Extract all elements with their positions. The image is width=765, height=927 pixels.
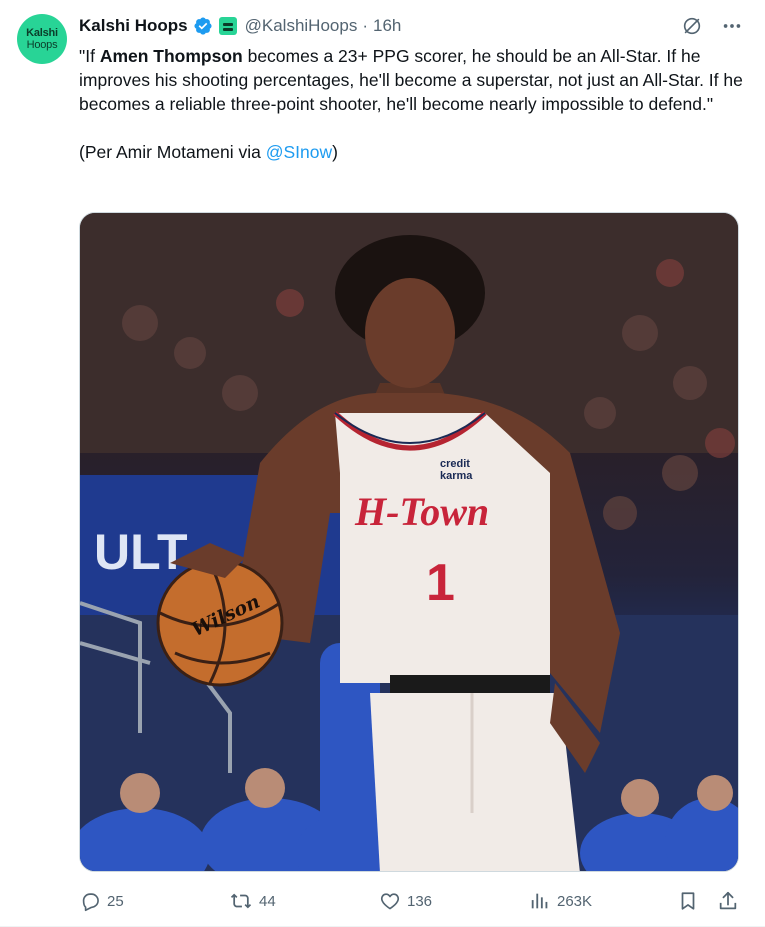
tweet-media-photo[interactable]: ULT H-Town 1 credit karma Wilson	[79, 212, 739, 872]
like-button[interactable]: 136	[379, 886, 432, 916]
jersey-sponsor-line1: credit	[440, 458, 470, 470]
arena-banner-text: ULT	[94, 524, 187, 580]
verified-badge-icon[interactable]	[193, 16, 213, 36]
bookmark-icon	[681, 892, 695, 910]
grok-icon[interactable]	[681, 15, 703, 37]
reply-icon	[82, 893, 99, 912]
avatar-text-line2: Hoops	[26, 39, 58, 51]
timestamp[interactable]: 16h	[373, 16, 401, 36]
bookmark-button[interactable]	[677, 886, 699, 916]
quote-open: "If	[79, 46, 100, 66]
share-icon	[719, 891, 737, 910]
jersey-sponsor-line2: karma	[440, 470, 473, 482]
reply-count: 25	[107, 892, 124, 910]
views-count: 263K	[557, 892, 593, 910]
credit-paragraph: (Per Amir Motameni via @SInow)	[79, 140, 744, 164]
tweet-header: Kalshi Hoops @KalshiHoops · 16h	[79, 14, 743, 38]
views-chart-icon	[531, 893, 548, 909]
player-photo-illustration: ULT H-Town 1 credit karma Wilson	[80, 213, 738, 871]
separator-dot: ·	[362, 16, 368, 35]
avatar[interactable]: Kalshi Hoops	[17, 14, 67, 64]
views-button[interactable]: 263K	[529, 886, 592, 916]
tweet-text: "If Amen Thompson becomes a 23+ PPG scor…	[79, 44, 744, 164]
more-options-icon[interactable]	[721, 15, 743, 37]
jersey-number-text: 1	[426, 554, 455, 612]
user-handle[interactable]: @KalshiHoops	[245, 16, 358, 36]
player-name: Amen Thompson	[99, 46, 243, 66]
jersey-script-text: H-Town	[354, 489, 489, 534]
repost-icon	[230, 893, 252, 909]
quote-paragraph: "If Amen Thompson becomes a 23+ PPG scor…	[79, 44, 744, 116]
affiliate-badge-icon[interactable]	[218, 17, 237, 35]
header-actions	[681, 15, 743, 37]
display-name[interactable]: Kalshi Hoops	[79, 16, 188, 36]
share-button[interactable]	[717, 886, 739, 916]
mention-link[interactable]: @SInow	[266, 142, 332, 162]
heart-icon	[380, 893, 400, 910]
repost-count: 44	[259, 892, 276, 910]
repost-button[interactable]: 44	[229, 886, 276, 916]
avatar-text-line1: Kalshi	[26, 27, 58, 39]
tweet-card[interactable]: Kalshi Hoops Kalshi Hoops @KalshiHoops ·…	[0, 0, 765, 927]
credit-prefix: (Per Amir Motameni via	[79, 142, 266, 162]
tweet-actions-bar: 25 44 136 263K	[79, 886, 744, 916]
like-count: 136	[407, 892, 433, 910]
credit-suffix: )	[332, 142, 338, 162]
reply-button[interactable]: 25	[79, 886, 124, 916]
